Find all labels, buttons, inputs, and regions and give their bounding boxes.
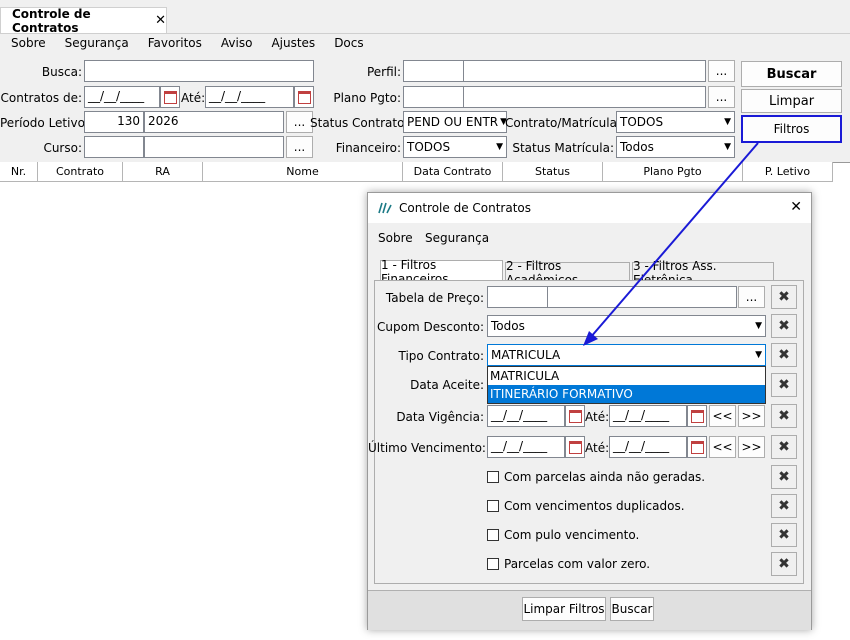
annotation-arrow bbox=[583, 142, 759, 346]
